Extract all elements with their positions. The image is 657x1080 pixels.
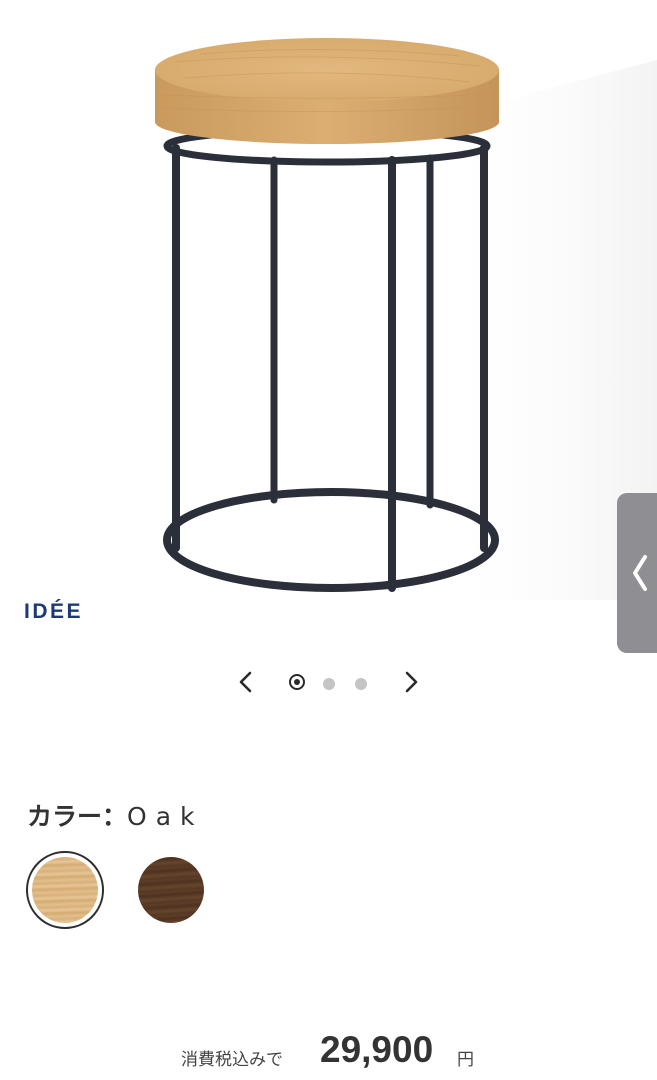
carousel-dot-3[interactable] [355, 678, 367, 690]
price-value: 29,900 [320, 1029, 434, 1070]
color-swatch-walnut[interactable] [138, 857, 204, 923]
carousel-dot-2[interactable] [323, 678, 335, 690]
selected-color-value: Oak [127, 802, 204, 831]
color-label: カラー：Oak [27, 797, 204, 833]
carousel-next-button[interactable] [393, 664, 429, 700]
tax-included-label: 消費税込みで [181, 1050, 283, 1070]
table-top [155, 38, 499, 144]
product-image [155, 38, 657, 600]
chevron-right-icon [405, 671, 418, 693]
brand-logo: IDÉE [24, 600, 84, 623]
price-row: 消費税込みで 29,900 円 [0, 1028, 657, 1072]
chevron-left-icon [239, 671, 252, 693]
carousel-prev-button[interactable] [228, 664, 264, 700]
currency-label: 円 [457, 1050, 474, 1070]
side-drawer-tab[interactable] [617, 493, 657, 653]
carousel-dot-1[interactable] [289, 674, 305, 690]
chevron-left-icon [632, 555, 647, 591]
color-swatch-oak[interactable] [32, 857, 98, 923]
color-label-text: カラー： [27, 802, 128, 831]
